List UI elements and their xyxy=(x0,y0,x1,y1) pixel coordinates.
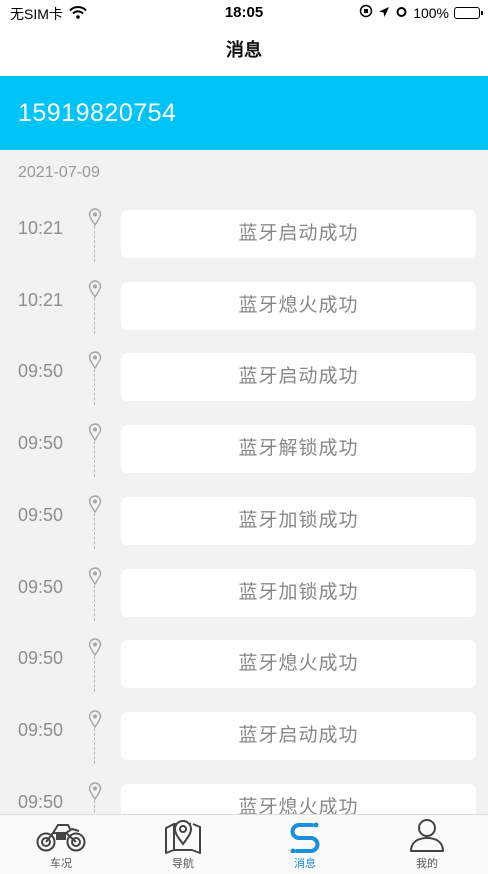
message-time: 09:50 xyxy=(18,791,64,812)
timeline-pin-icon xyxy=(88,638,102,657)
battery-percent: 100% xyxy=(413,4,449,21)
map-pin-icon xyxy=(158,818,208,854)
message-card[interactable]: 蓝牙加锁成功 xyxy=(121,496,476,545)
tab-profile[interactable]: 我的 xyxy=(366,815,488,874)
message-time: 10:21 xyxy=(18,289,64,310)
motorcycle-icon xyxy=(36,818,86,854)
location-arrow-icon xyxy=(378,5,390,21)
message-time: 09:50 xyxy=(18,361,64,382)
status-right: 100% xyxy=(359,4,483,21)
message-card[interactable]: 蓝牙熄火成功 xyxy=(121,640,476,689)
alarm-icon xyxy=(395,5,408,21)
message-row: 10:21 蓝牙熄火成功 xyxy=(0,280,488,352)
tab-label: 消息 xyxy=(294,858,316,870)
message-card[interactable]: 蓝牙熄火成功 xyxy=(121,281,476,330)
message-row: 09:50 蓝牙解锁成功 xyxy=(0,423,488,495)
message-row: 09:50 蓝牙熄火成功 xyxy=(0,638,488,710)
message-time: 09:50 xyxy=(18,648,64,669)
message-icon xyxy=(280,818,330,854)
tab-label: 导航 xyxy=(172,858,194,870)
status-bar: 无SIM卡 18:05 100% xyxy=(0,0,488,26)
timeline-pin-icon xyxy=(88,280,102,298)
timeline-connector xyxy=(94,369,95,406)
account-phone-banner: 15919820754 xyxy=(0,76,488,150)
message-row: 09:50 蓝牙启动成功 xyxy=(0,710,488,782)
tab-navigation[interactable]: 导航 xyxy=(122,815,244,874)
message-card[interactable]: 蓝牙启动成功 xyxy=(121,711,476,760)
message-card[interactable]: 蓝牙加锁成功 xyxy=(121,568,476,617)
message-time: 10:21 xyxy=(18,218,64,238)
tab-label: 车况 xyxy=(50,858,72,870)
timeline-connector xyxy=(94,656,95,693)
timeline-pin-icon xyxy=(88,710,102,728)
timeline-connector xyxy=(94,297,95,334)
timeline-pin-icon xyxy=(88,566,102,585)
message-row: 09:50 蓝牙加锁成功 xyxy=(0,495,488,567)
tab-label: 我的 xyxy=(416,858,438,870)
page-title: 消息 xyxy=(0,26,488,76)
timeline-connector xyxy=(94,727,95,764)
tab-vehicle-status[interactable]: 车况 xyxy=(0,815,122,874)
message-row: 09:50 蓝牙加锁成功 xyxy=(0,566,488,639)
timeline-pin-icon xyxy=(88,495,102,513)
message-time: 09:50 xyxy=(18,576,64,597)
timeline-pin-icon xyxy=(88,781,102,800)
date-label: 2021-07-09 xyxy=(18,164,100,181)
timeline-connector xyxy=(94,584,95,621)
message-time: 09:50 xyxy=(18,433,64,454)
message-card[interactable]: 蓝牙解锁成功 xyxy=(121,425,476,474)
timeline-connector xyxy=(94,512,95,549)
message-row: 09:50 蓝牙启动成功 xyxy=(0,351,488,423)
message-card[interactable]: 蓝牙启动成功 xyxy=(121,353,476,402)
message-time: 09:50 xyxy=(18,719,64,740)
person-icon xyxy=(402,818,452,854)
rotation-lock-icon xyxy=(359,4,373,21)
timeline-pin-icon xyxy=(88,208,102,226)
timeline-pin-icon xyxy=(88,351,102,370)
timeline-connector xyxy=(94,441,95,478)
timeline-pin-icon xyxy=(88,423,102,442)
battery-icon xyxy=(454,6,483,19)
tab-messages[interactable]: 消息 xyxy=(244,815,366,874)
message-time: 09:50 xyxy=(18,504,64,525)
timeline-connector xyxy=(94,226,95,262)
message-card[interactable]: 蓝牙启动成功 xyxy=(121,210,476,258)
message-row: 10:21 蓝牙启动成功 xyxy=(0,208,488,280)
tab-bar: 车况 导航 消息 我的 xyxy=(0,814,488,874)
